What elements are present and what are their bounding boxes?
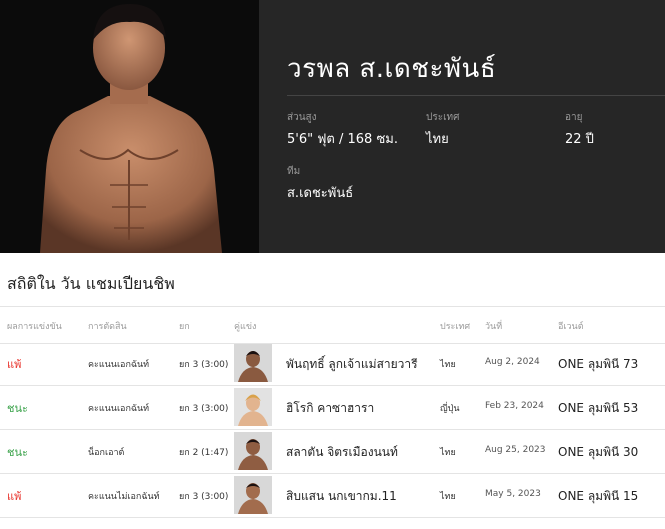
team-label: ทีม — [287, 166, 301, 177]
opponent-name[interactable]: พันฤทธิ์ ลูกเจ้าแม่สายวารี — [286, 355, 418, 374]
country-label: ประเทศ — [426, 112, 460, 123]
result-win: ชนะ — [7, 402, 28, 415]
table-row[interactable]: ชนะ น็อกเอาต์ ยก 2 (1:47) สลาตัน จิตรเมื… — [0, 430, 665, 474]
event-link[interactable]: ONE ลุมพินี 53 — [558, 399, 638, 418]
height-value: 5'6" ฟุต / 168 ซม. — [287, 132, 398, 147]
opponent-avatar[interactable] — [234, 388, 272, 426]
method-cell: น็อกเอาต์ — [88, 448, 125, 458]
fighter-info-panel: วรพล ส.เดชะพันธ์ ส่วนสูง 5'6" ฟุต / 168 … — [259, 0, 665, 253]
round-cell: ยก 3 (3:00) — [179, 404, 229, 414]
method-cell: คะแนนเอกฉันท์ — [88, 360, 150, 370]
record-section-title: สถิติใน วัน แชมเปียนชิพ — [7, 274, 175, 293]
table-row[interactable]: แพ้ คะแนนเอกฉันท์ ยก 3 (3:00) พันฤทธิ์ ล… — [0, 342, 665, 386]
country-cell: ไทย — [440, 492, 456, 502]
age-label: อายุ — [565, 112, 583, 123]
country-cell: ไทย — [440, 360, 456, 370]
date-cell: Feb 23, 2024 — [485, 401, 544, 411]
date-cell: Aug 25, 2023 — [485, 445, 546, 455]
country-value: ไทย — [426, 132, 449, 147]
round-cell: ยก 3 (3:00) — [179, 492, 229, 502]
country-cell: ญี่ปุ่น — [440, 404, 460, 414]
fighter-name: วรพล ส.เดชะพันธ์ — [287, 54, 497, 84]
fighter-portrait-image — [40, 4, 222, 253]
event-link[interactable]: ONE ลุมพินี 73 — [558, 355, 638, 374]
event-link[interactable]: ONE ลุมพินี 30 — [558, 443, 638, 462]
result-win: ชนะ — [7, 446, 28, 459]
event-link[interactable]: ONE ลุมพินี 15 — [558, 487, 638, 506]
team-value[interactable]: ส.เดชะพันธ์ — [287, 182, 353, 203]
age-value: 22 ปี — [565, 132, 594, 147]
header-date: วันที่ — [485, 322, 503, 332]
opponent-avatar[interactable] — [234, 344, 272, 382]
header-opponent: คู่แข่ง — [234, 322, 257, 332]
header-round: ยก — [179, 322, 190, 332]
table-header: ผลการแข่งขัน การตัดสิน ยก คู่แข่ง ประเทศ… — [0, 306, 665, 344]
date-cell: Aug 2, 2024 — [485, 357, 540, 367]
opponent-name[interactable]: สิบแสน นกเขากม.11 — [286, 487, 397, 506]
header-method: การตัดสิน — [88, 322, 127, 332]
round-cell: ยก 3 (3:00) — [179, 360, 229, 370]
height-label: ส่วนสูง — [287, 112, 317, 123]
divider — [287, 95, 665, 96]
round-cell: ยก 2 (1:47) — [179, 448, 229, 458]
opponent-name[interactable]: สลาตัน จิตรเมืองนนท์ — [286, 443, 398, 462]
table-row[interactable]: แพ้ คะแนนไม่เอกฉันท์ ยก 3 (3:00) สิบแสน … — [0, 474, 665, 518]
result-loss: แพ้ — [7, 358, 22, 371]
fighter-hero: วรพล ส.เดชะพันธ์ ส่วนสูง 5'6" ฟุต / 168 … — [0, 0, 665, 253]
opponent-name[interactable]: ฮิโรกิ คาซาฮารา — [286, 399, 374, 418]
method-cell: คะแนนไม่เอกฉันท์ — [88, 492, 160, 502]
date-cell: May 5, 2023 — [485, 489, 541, 499]
table-row[interactable]: ชนะ คะแนนเอกฉันท์ ยก 3 (3:00) ฮิโรกิ คาซ… — [0, 386, 665, 430]
opponent-avatar[interactable] — [234, 476, 272, 514]
header-country: ประเทศ — [440, 322, 471, 332]
result-loss: แพ้ — [7, 490, 22, 503]
method-cell: คะแนนเอกฉันท์ — [88, 404, 150, 414]
header-result: ผลการแข่งขัน — [7, 322, 62, 332]
fighter-photo — [0, 0, 259, 253]
opponent-avatar[interactable] — [234, 432, 272, 470]
country-cell: ไทย — [440, 448, 456, 458]
header-event: อีเวนต์ — [558, 322, 584, 332]
